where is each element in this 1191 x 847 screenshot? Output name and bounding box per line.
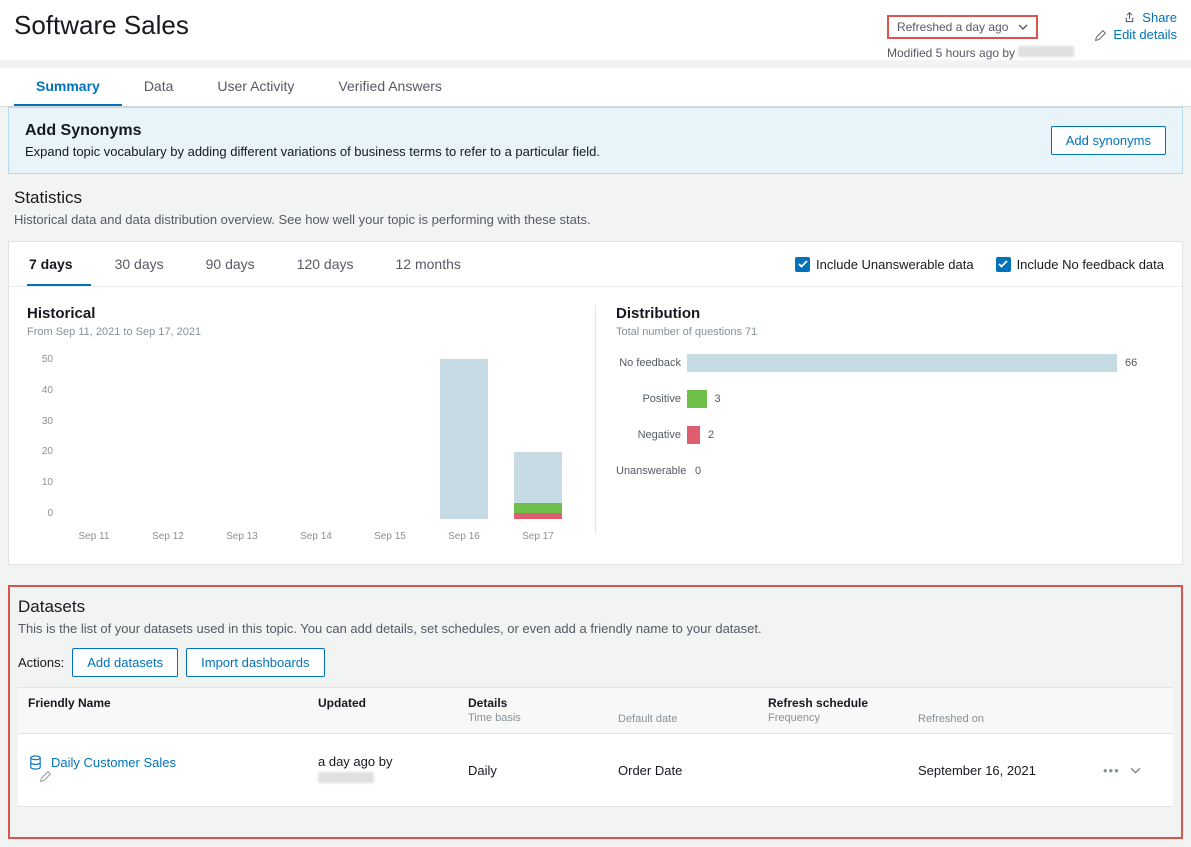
statistics-title: Statistics xyxy=(14,188,1177,208)
historical-title: Historical xyxy=(27,305,575,322)
main-tabs: Summary Data User Activity Verified Answ… xyxy=(0,68,1191,107)
distribution-chart: Distribution Total number of questions 7… xyxy=(595,305,1164,534)
page-header: Software Sales Refreshed a day ago Modif… xyxy=(0,0,1191,60)
range-tabs: 7 days 30 days 90 days 120 days 12 month… xyxy=(27,242,795,286)
distribution-row: Unanswerable0 xyxy=(616,462,1164,480)
refresh-dropdown[interactable]: Refreshed a day ago xyxy=(887,15,1038,39)
banner-desc: Expand topic vocabulary by adding differ… xyxy=(25,144,600,159)
datasets-desc: This is the list of your datasets used i… xyxy=(18,621,1173,636)
table-row: Daily Customer Sales a day ago by Daily … xyxy=(18,734,1173,807)
modified-text: Modified 5 hours ago by xyxy=(887,43,1074,60)
historical-chart: Historical From Sep 11, 2021 to Sep 17, … xyxy=(27,305,595,534)
actions-label: Actions: xyxy=(18,655,64,670)
include-nofeedback-checkbox[interactable]: Include No feedback data xyxy=(996,257,1164,272)
refresh-label: Refreshed a day ago xyxy=(897,20,1008,34)
range-90days[interactable]: 90 days xyxy=(204,242,273,286)
edit-details-link[interactable]: Edit details xyxy=(1094,27,1177,44)
historical-subtitle: From Sep 11, 2021 to Sep 17, 2021 xyxy=(27,326,575,338)
share-link[interactable]: Share xyxy=(1123,10,1177,25)
tab-data[interactable]: Data xyxy=(122,68,196,106)
range-12months[interactable]: 12 months xyxy=(394,242,479,286)
banner-title: Add Synonyms xyxy=(25,122,600,140)
range-30days[interactable]: 30 days xyxy=(113,242,182,286)
distribution-subtitle: Total number of questions 71 xyxy=(616,326,1164,338)
share-icon xyxy=(1123,11,1136,24)
chevron-down-icon xyxy=(1018,24,1028,30)
dataset-link[interactable]: Daily Customer Sales xyxy=(28,755,318,770)
chevron-down-icon[interactable] xyxy=(1130,767,1141,774)
include-unanswerable-checkbox[interactable]: Include Unanswerable data xyxy=(795,257,974,272)
tab-verified-answers[interactable]: Verified Answers xyxy=(316,68,464,106)
add-datasets-button[interactable]: Add datasets xyxy=(72,648,178,677)
database-icon xyxy=(28,755,43,770)
page-title: Software Sales xyxy=(14,10,887,41)
synonyms-banner: Add Synonyms Expand topic vocabulary by … xyxy=(8,107,1183,174)
range-120days[interactable]: 120 days xyxy=(295,242,372,286)
import-dashboards-button[interactable]: Import dashboards xyxy=(186,648,324,677)
statistics-desc: Historical data and data distribution ov… xyxy=(14,212,1177,227)
distribution-row: No feedback66 xyxy=(616,354,1164,372)
distribution-row: Negative2 xyxy=(616,426,1164,444)
stats-card: 7 days 30 days 90 days 120 days 12 month… xyxy=(8,241,1183,565)
distribution-title: Distribution xyxy=(616,305,1164,322)
statistics-head: Statistics Historical data and data dist… xyxy=(0,174,1191,233)
datasets-section: Datasets This is the list of your datase… xyxy=(8,585,1183,839)
datasets-table-header: Friendly Name Updated DetailsTime basis … xyxy=(18,687,1173,734)
pencil-icon[interactable] xyxy=(39,770,52,783)
pencil-icon xyxy=(1094,29,1107,42)
distribution-row: Positive3 xyxy=(616,390,1164,408)
tab-summary[interactable]: Summary xyxy=(14,68,122,106)
datasets-title: Datasets xyxy=(18,597,1173,617)
range-7days[interactable]: 7 days xyxy=(27,242,91,286)
add-synonyms-button[interactable]: Add synonyms xyxy=(1051,126,1166,155)
tab-user-activity[interactable]: User Activity xyxy=(195,68,316,106)
